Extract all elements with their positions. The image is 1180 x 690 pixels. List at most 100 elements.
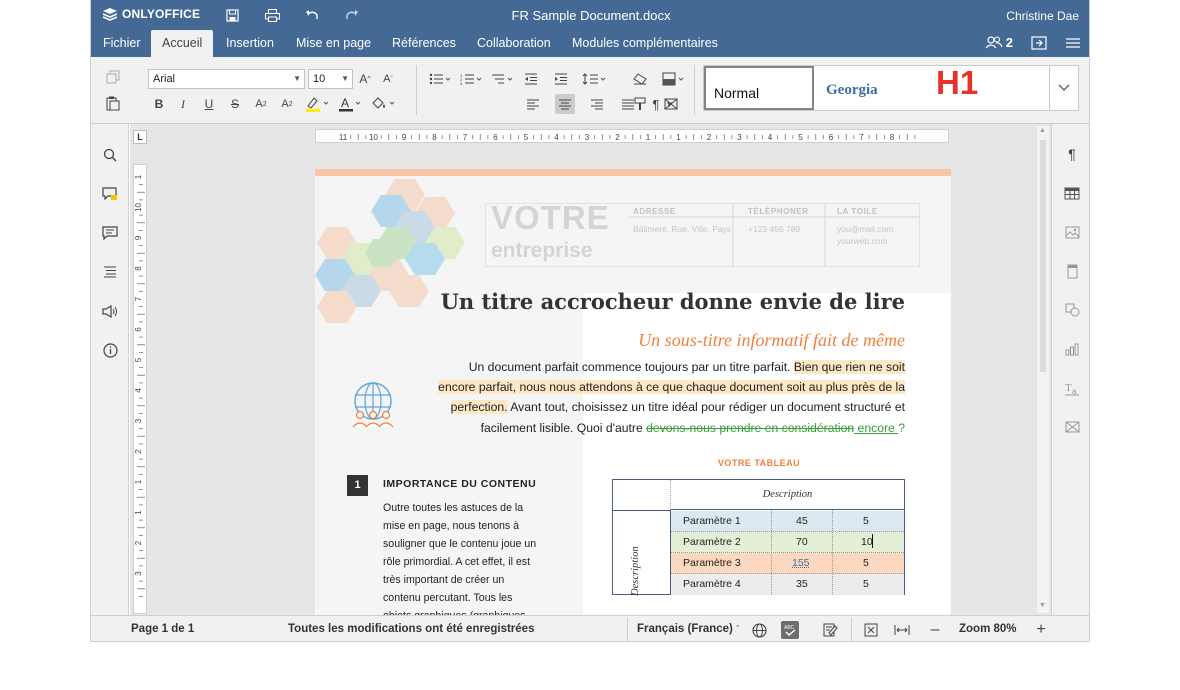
font-size-select[interactable]: 10 ▼ — [308, 69, 353, 89]
image-settings-icon[interactable] — [1063, 223, 1081, 241]
scrollbar-thumb[interactable] — [1040, 140, 1046, 372]
users-icon — [985, 36, 1003, 49]
search-icon[interactable] — [101, 146, 119, 164]
info-icon[interactable] — [101, 341, 119, 359]
clear-style-icon[interactable] — [630, 69, 650, 89]
section-body[interactable]: Outre toutes les astuces de la mise en p… — [383, 499, 565, 619]
ruler-mark: 9 — [134, 235, 143, 240]
vertical-scrollbar[interactable]: ▲ ▼ — [1037, 126, 1049, 613]
paragraph-line-2[interactable]: encore parfait, nous nous attendons à ce… — [423, 377, 905, 398]
paragraph-text: facilement lisible. Quoi d'autre — [480, 421, 647, 435]
align-right-icon[interactable] — [587, 94, 607, 114]
page-counter[interactable]: Page 1 de 1 — [131, 623, 194, 635]
paragraph-line-1[interactable]: Un document parfait commence toujours pa… — [423, 357, 905, 378]
increase-font-icon[interactable]: A ^ — [355, 69, 375, 89]
table-side-header[interactable]: Description — [613, 510, 671, 596]
header-footer-icon[interactable] — [1063, 262, 1081, 280]
copy-icon[interactable] — [103, 67, 123, 87]
section-heading[interactable]: IMPORTANCE DU CONTENU — [383, 478, 536, 490]
ruler-mark: 8 — [432, 133, 437, 142]
scroll-up-icon[interactable]: ▲ — [1039, 127, 1046, 134]
paragraph-line-4[interactable]: facilement lisible. Quoi d'autre devons-… — [423, 418, 905, 439]
language-selector[interactable]: Français (France) ˆ — [637, 623, 739, 635]
zoom-in-icon[interactable]: + — [1032, 621, 1050, 639]
styles-expand-button[interactable] — [1049, 65, 1079, 111]
section-line: mise en page, nous tenons à — [383, 520, 520, 532]
user-name[interactable]: Christine Dae — [1006, 9, 1079, 23]
table-row[interactable]: Paramètre 4 35 5 — [671, 574, 904, 595]
tab-accueil[interactable]: Accueil — [151, 30, 214, 57]
document-subtitle[interactable]: Un sous-titre informatif fait de même — [515, 330, 905, 351]
table-settings-icon[interactable] — [1063, 184, 1081, 202]
paragraph-line-3[interactable]: perfection. Avant tout, choisissez un ti… — [423, 397, 905, 418]
shape-settings-icon[interactable] — [1063, 301, 1081, 319]
zoom-out-icon[interactable]: – — [926, 621, 944, 639]
ruler-mark: 5 — [524, 133, 529, 142]
bold-icon[interactable]: B — [149, 94, 169, 114]
scroll-down-icon[interactable]: ▼ — [1039, 602, 1046, 609]
table-header-description[interactable]: Description — [671, 480, 904, 510]
italic-icon[interactable]: I — [173, 94, 193, 114]
ruler-mark: 2 — [134, 540, 143, 545]
increase-indent-icon[interactable] — [551, 69, 571, 89]
tab-insertion[interactable]: Insertion — [215, 30, 285, 57]
decrease-font-icon[interactable]: Aˇ — [378, 69, 398, 89]
globe-icon[interactable] — [750, 621, 768, 639]
chart-settings-icon[interactable] — [1063, 340, 1081, 358]
paragraph-settings-icon[interactable]: ¶ — [1063, 145, 1081, 163]
paste-icon[interactable] — [103, 93, 123, 113]
fill-color-icon[interactable] — [369, 94, 397, 114]
spellcheck-icon[interactable]: ABC — [781, 621, 799, 639]
tab-collaboration[interactable]: Collaboration — [466, 30, 562, 57]
hamburger-menu-icon[interactable] — [1065, 37, 1081, 49]
mail-merge-settings-icon[interactable] — [1063, 418, 1081, 436]
highlight-color-icon[interactable] — [303, 94, 331, 114]
feedback-icon[interactable] — [101, 302, 119, 320]
tab-mise-en-page[interactable]: Mise en page — [285, 30, 382, 57]
mail-merge-icon[interactable] — [661, 94, 681, 114]
horizontal-ruler[interactable]: 11 10 9 8 7 6 5 4 3 2 1 1 2 3 4 5 6 7 8 — [315, 129, 949, 143]
decrease-indent-icon[interactable] — [521, 69, 541, 89]
data-table[interactable]: Description Description Paramètre 1 45 5… — [612, 479, 905, 596]
style-georgia[interactable]: Georgia — [816, 66, 926, 110]
tab-stop-selector[interactable]: L — [133, 130, 147, 144]
document-title-heading[interactable]: Un titre accrocheur donne envie de lire — [435, 289, 905, 314]
subscript-icon[interactable]: A2 — [277, 94, 297, 114]
font-color-icon[interactable]: A — [337, 94, 363, 114]
track-changes-icon[interactable] — [821, 621, 839, 639]
vertical-ruler[interactable]: 1 10 9 8 7 6 5 4 3 2 1 1 2 3 — [133, 164, 147, 614]
users-button[interactable]: 2 — [985, 35, 1013, 50]
table-row[interactable]: Paramètre 3 155 5 — [671, 553, 904, 574]
superscript-icon[interactable]: A2 — [251, 94, 271, 114]
fit-page-icon[interactable] — [862, 621, 880, 639]
font-name-select[interactable]: Arial ▼ — [148, 69, 305, 89]
navigation-icon[interactable] — [101, 263, 119, 281]
numbered-list-icon[interactable]: 123 — [459, 69, 485, 89]
tab-references[interactable]: Références — [381, 30, 467, 57]
style-h1[interactable]: H1 — [928, 64, 1038, 110]
zoom-level[interactable]: Zoom 80% — [959, 623, 1017, 635]
tab-fichier[interactable]: Fichier — [92, 30, 152, 57]
bullet-list-icon[interactable] — [428, 69, 454, 89]
text-art-icon[interactable]: Ta — [1063, 379, 1081, 397]
table-row[interactable]: Paramètre 1 45 5 — [671, 511, 904, 532]
open-location-icon[interactable] — [1031, 35, 1047, 50]
table-row[interactable]: Paramètre 2 70 10 — [671, 532, 904, 553]
tracked-insertion[interactable]: encore — [854, 421, 898, 435]
strikethrough-icon[interactable]: S — [225, 94, 245, 114]
style-normal[interactable]: Normal — [704, 66, 814, 110]
tab-modules[interactable]: Modules complémentaires — [561, 30, 729, 57]
chat-icon[interactable] — [101, 224, 119, 242]
align-left-icon[interactable] — [523, 94, 543, 114]
document-canvas[interactable]: L 11 10 9 8 7 6 5 4 3 2 1 1 2 3 4 5 6 7 8 1 10 9 8 7 6 5 4 3 2 1 1 2 3 — [130, 124, 1051, 619]
comments-icon[interactable] — [101, 185, 119, 203]
multilevel-list-icon[interactable] — [490, 69, 516, 89]
tracked-deletion[interactable]: devons-nous prendre en considération — [646, 421, 854, 435]
line-spacing-icon[interactable] — [581, 69, 609, 89]
align-center-icon[interactable] — [555, 94, 575, 114]
underline-icon[interactable]: U — [199, 94, 219, 114]
copy-style-icon[interactable] — [630, 94, 650, 114]
shading-icon[interactable] — [661, 69, 687, 89]
document-page[interactable]: VOTRE entreprise ADRESSE TÉLÉPHONER LA T… — [315, 169, 951, 619]
fit-width-icon[interactable] — [893, 621, 911, 639]
